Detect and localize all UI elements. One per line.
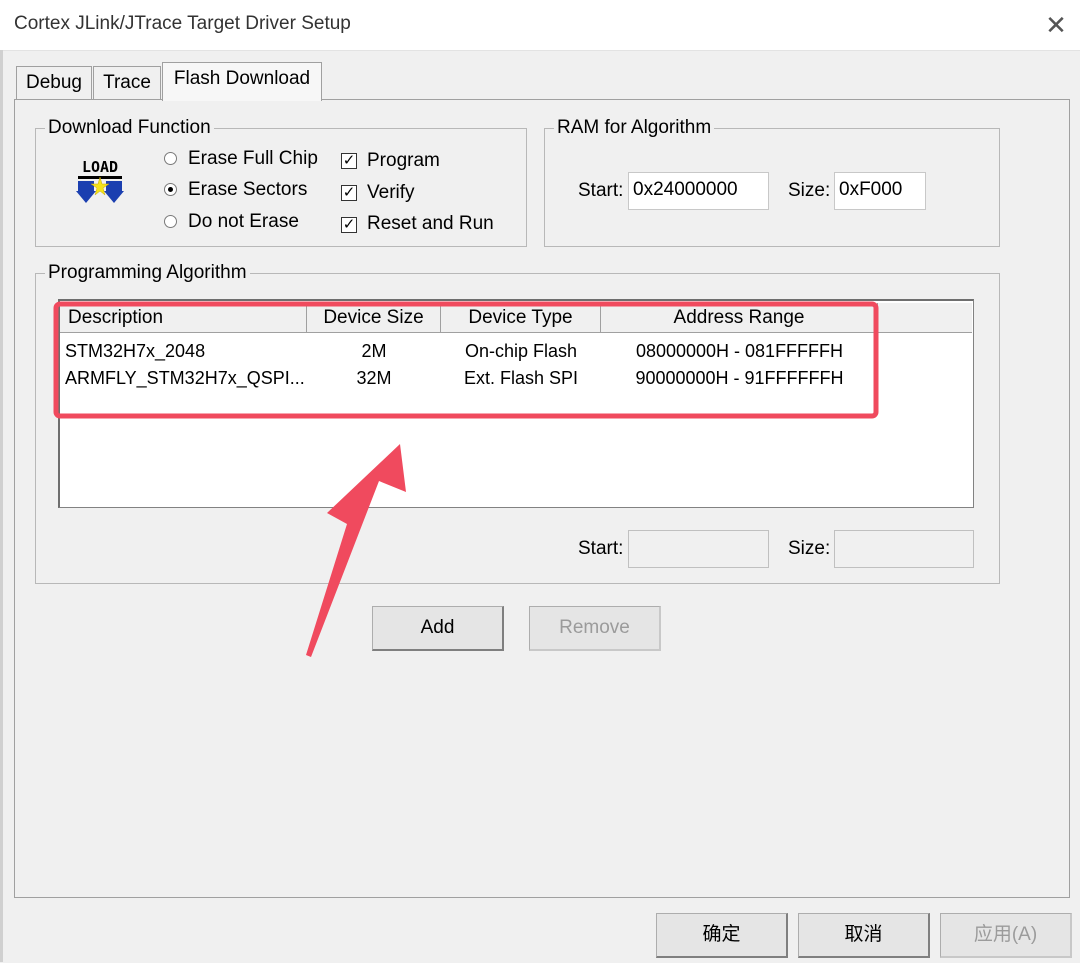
verify-label: Verify <box>367 182 415 203</box>
ram-size-input[interactable]: 0xF000 <box>834 172 926 210</box>
erase-sectors-label: Erase Sectors <box>188 179 308 200</box>
do-not-erase-label: Do not Erase <box>188 211 299 232</box>
programming-algorithm-legend: Programming Algorithm <box>45 262 250 284</box>
program-checkbox[interactable]: ✓ <box>341 153 357 169</box>
algorithm-size-label: Size: <box>788 538 831 559</box>
reset-and-run-checkbox[interactable]: ✓ <box>341 217 357 233</box>
ram-size-label: Size: <box>788 180 831 201</box>
ram-start-input[interactable]: 0x24000000 <box>628 172 769 210</box>
row-device-size: 32M <box>356 368 392 388</box>
ok-button[interactable]: 确定 <box>656 913 788 958</box>
download-function-legend: Download Function <box>45 117 214 139</box>
program-label: Program <box>367 150 440 171</box>
load-icon: LOAD <box>74 155 126 209</box>
erase-sectors-radio[interactable] <box>164 183 177 196</box>
ram-for-algorithm-legend: RAM for Algorithm <box>554 117 715 139</box>
verify-checkbox[interactable]: ✓ <box>341 185 357 201</box>
column-header-device-size[interactable]: Device Size <box>307 303 441 333</box>
column-header-device-type[interactable]: Device Type <box>441 303 601 333</box>
erase-full-chip-label: Erase Full Chip <box>188 148 318 169</box>
window-left-edge <box>0 50 3 962</box>
column-header-filler <box>878 303 972 333</box>
row-address-range: 90000000H - 91FFFFFFH <box>635 368 844 388</box>
erase-full-chip-radio[interactable] <box>164 152 177 165</box>
ram-start-label: Start: <box>578 180 624 201</box>
row-device-type: On-chip Flash <box>464 341 578 361</box>
add-button[interactable]: Add <box>372 606 504 651</box>
window-title: Cortex JLink/JTrace Target Driver Setup <box>14 13 351 34</box>
algorithm-size-input[interactable] <box>834 530 974 568</box>
reset-and-run-label: Reset and Run <box>367 213 494 234</box>
tab-trace[interactable]: Trace <box>93 66 161 100</box>
tab-flash-download[interactable]: Flash Download <box>162 62 322 101</box>
row-description: ARMFLY_STM32H7x_QSPI... <box>65 368 305 388</box>
apply-button[interactable]: 应用(A) <box>940 913 1072 958</box>
column-header-address-range[interactable]: Address Range <box>601 303 878 333</box>
algorithm-start-input[interactable] <box>628 530 769 568</box>
close-icon[interactable]: ✕ <box>1040 12 1072 40</box>
row-device-size: 2M <box>361 341 387 361</box>
row-description: STM32H7x_2048 <box>65 341 206 361</box>
remove-button[interactable]: Remove <box>529 606 661 651</box>
algorithm-start-label: Start: <box>578 538 624 559</box>
tab-debug[interactable]: Debug <box>16 66 92 100</box>
do-not-erase-radio[interactable] <box>164 215 177 228</box>
row-address-range: 08000000H - 081FFFFFH <box>635 341 844 361</box>
load-icon-text: LOAD <box>82 158 118 176</box>
table-row[interactable]: ARMFLY_STM32H7x_QSPI... 32M Ext. Flash S… <box>60 365 972 391</box>
cancel-button[interactable]: 取消 <box>798 913 930 958</box>
table-row[interactable]: STM32H7x_2048 2M On-chip Flash 08000000H… <box>60 338 972 364</box>
row-device-type: Ext. Flash SPI <box>463 368 579 388</box>
column-header-description[interactable]: Description <box>60 303 307 333</box>
